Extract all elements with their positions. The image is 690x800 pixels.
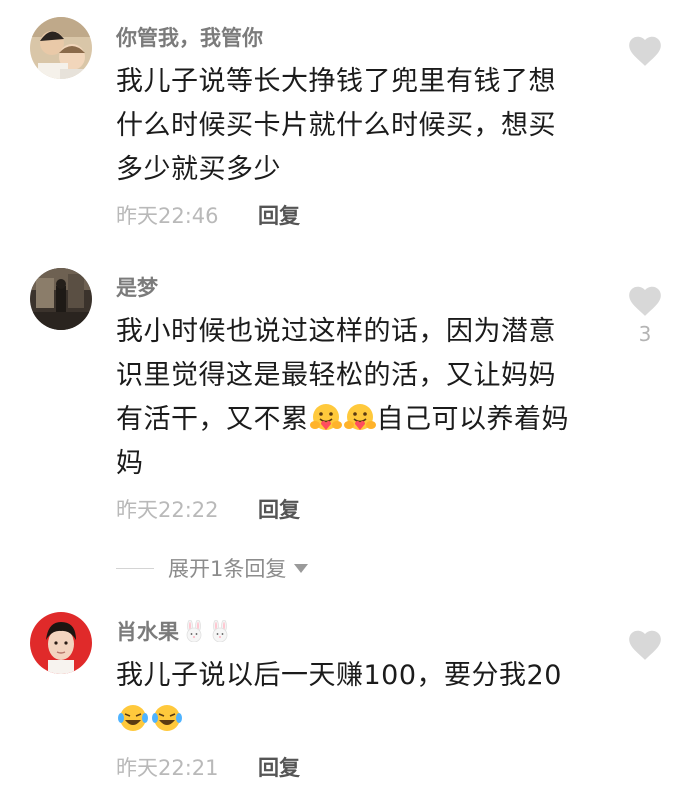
- username-text: 肖水果: [116, 620, 179, 644]
- comment-username[interactable]: 是梦: [116, 274, 158, 302]
- caret-down-icon: [294, 563, 309, 573]
- comment-text-line: 我儿子说等长大挣钱了兜里有钱了想: [116, 66, 556, 97]
- like-count: 3: [638, 322, 652, 346]
- comment-timestamp: 昨天22:21: [116, 756, 219, 780]
- rabbit-face-emoji: [186, 620, 202, 642]
- comment-text-line: 有活干，又不累 自己可以养着妈: [116, 398, 596, 442]
- comment-item: 你管我，我管你 我儿子说等长大挣钱了兜里有钱了想 什么时候买卡片就什么时候买，想…: [0, 0, 690, 250]
- comment-text: 我小时候也说过这样的话，因为潜意 识里觉得这是最轻松的活，又让妈妈 有活干，又不…: [116, 310, 596, 486]
- hugging-face-emoji: [309, 404, 342, 430]
- reply-button[interactable]: 回复: [258, 754, 300, 782]
- comment-timestamp: 昨天22:46: [116, 204, 219, 228]
- comment-text-line: 多少就买多少: [116, 154, 281, 185]
- heart-icon[interactable]: [626, 32, 664, 68]
- comment-text-line: 我儿子说以后一天赚100，要分我20: [116, 660, 562, 691]
- comment-text-line: 识里觉得这是最轻松的活，又让妈妈: [116, 360, 556, 391]
- reply-button[interactable]: 回复: [258, 496, 300, 524]
- hugging-face-emoji: [343, 404, 376, 430]
- expand-replies-button[interactable]: 展开1条回复: [116, 553, 309, 583]
- expand-replies-label: 展开1条回复: [168, 557, 287, 581]
- avatar[interactable]: [30, 612, 92, 674]
- reply-button[interactable]: 回复: [258, 202, 300, 230]
- avatar[interactable]: [30, 17, 92, 79]
- comment-timestamp: 昨天22:22: [116, 498, 219, 522]
- comment-text-line: [116, 698, 596, 742]
- avatar[interactable]: [30, 268, 92, 330]
- comment-item: 是梦 我小时候也说过这样的话，因为潜意 识里觉得这是最轻松的活，又让妈妈 有活干…: [0, 250, 690, 590]
- comment-item: 肖水果 我儿子说以后一天赚100，要分我20 昨天22:21 回复: [0, 600, 690, 800]
- comment-text-segment: 自己可以养着妈: [376, 404, 569, 435]
- tears-of-joy-emoji: [118, 705, 148, 731]
- comment-username[interactable]: 你管我，我管你: [116, 24, 263, 52]
- comment-text-line: 什么时候买卡片就什么时候买，想买: [116, 110, 556, 141]
- comment-text-segment: 有活干，又不累: [116, 404, 309, 435]
- comment-text-line: 妈: [116, 448, 144, 479]
- comment-text-line: 我小时候也说过这样的话，因为潜意: [116, 316, 556, 347]
- divider: [116, 567, 154, 569]
- comment-text: 我儿子说以后一天赚100，要分我20: [116, 654, 596, 742]
- heart-icon[interactable]: [626, 626, 664, 662]
- comment-username[interactable]: 肖水果: [116, 618, 231, 646]
- rabbit-face-emoji: [212, 620, 228, 642]
- heart-icon[interactable]: [626, 282, 664, 318]
- comment-text: 我儿子说等长大挣钱了兜里有钱了想 什么时候买卡片就什么时候买，想买 多少就买多少: [116, 60, 596, 192]
- tears-of-joy-emoji: [152, 705, 182, 731]
